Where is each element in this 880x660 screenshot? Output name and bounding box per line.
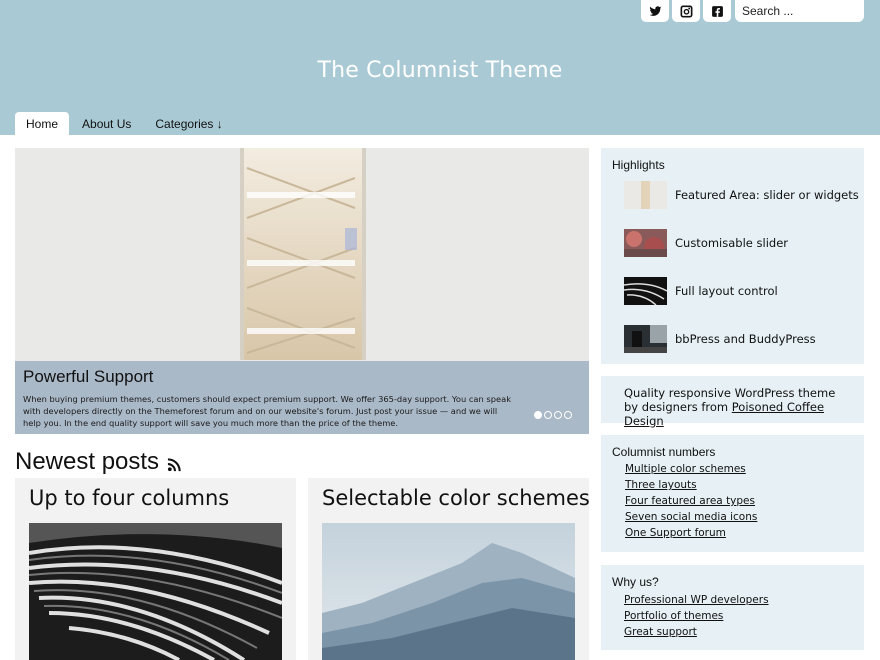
facebook-icon	[711, 5, 723, 17]
why-us-title: Why us?	[612, 575, 659, 589]
about-widget: Quality responsive WordPress theme by de…	[601, 376, 864, 428]
numbers-title: Columnist numbers	[612, 445, 716, 459]
search-input[interactable]	[735, 0, 864, 22]
post-card[interactable]: Selectable color schemes	[308, 478, 589, 660]
about-text: Quality responsive WordPress theme by de…	[624, 386, 849, 428]
highlight-thumbnail[interactable]	[624, 325, 667, 353]
post-title[interactable]: Selectable color schemes	[322, 486, 589, 510]
highlight-label[interactable]: bbPress and BuddyPress	[675, 332, 816, 346]
highlight-thumbnail[interactable]	[624, 181, 667, 209]
why-us-link[interactable]: Portfolio of themes	[624, 610, 723, 622]
post-image[interactable]	[29, 523, 282, 660]
why-us-link[interactable]: Great support	[624, 626, 697, 638]
newest-posts-title: Newest posts	[15, 448, 160, 475]
post-title[interactable]: Up to four columns	[29, 486, 229, 510]
highlight-item[interactable]: bbPress and BuddyPress	[624, 325, 816, 353]
twitter-icon	[649, 5, 661, 16]
site-header: The Columnist Theme Home About Us Catego…	[0, 0, 880, 135]
highlight-item[interactable]: Full layout control	[624, 277, 778, 305]
slider-dot[interactable]	[544, 411, 552, 419]
highlight-label[interactable]: Customisable slider	[675, 236, 788, 250]
instagram-icon	[680, 5, 692, 17]
numbers-link[interactable]: Four featured area types	[625, 495, 755, 507]
highlight-item[interactable]: Featured Area: slider or widgets	[624, 181, 859, 209]
nav-item-home[interactable]: Home	[15, 112, 70, 135]
nav-item-about-us[interactable]: About Us	[71, 112, 142, 135]
post-card[interactable]: Up to four columns	[15, 478, 296, 660]
columnist-numbers-widget: Columnist numbers Multiple color schemes…	[601, 435, 864, 552]
slider-dot[interactable]	[554, 411, 562, 419]
highlight-item[interactable]: Customisable slider	[624, 229, 788, 257]
nav-item-categories[interactable]: Categories ↓	[144, 112, 233, 135]
numbers-link[interactable]: Three layouts	[625, 479, 697, 491]
slide-caption: Powerful Support When buying premium the…	[15, 361, 589, 434]
slide-title[interactable]: Powerful Support	[23, 367, 581, 387]
facebook-button[interactable]	[703, 0, 731, 22]
featured-slider[interactable]: Powerful Support When buying premium the…	[15, 148, 589, 434]
highlights-widget: Highlights Featured Area: slider or widg…	[601, 148, 864, 364]
highlights-title: Highlights	[612, 158, 665, 172]
post-image[interactable]	[322, 523, 575, 660]
why-us-link[interactable]: Professional WP developers	[624, 594, 769, 606]
slider-dots	[534, 411, 572, 419]
site-title[interactable]: The Columnist Theme	[0, 58, 880, 83]
highlight-thumbnail[interactable]	[624, 277, 667, 305]
highlight-label[interactable]: Full layout control	[675, 284, 778, 298]
newest-posts-heading: Newest posts	[15, 448, 182, 476]
slide-text: When buying premium themes, customers sh…	[23, 394, 511, 428]
slider-dot[interactable]	[564, 411, 572, 419]
numbers-link[interactable]: Multiple color schemes	[625, 463, 746, 475]
highlight-label[interactable]: Featured Area: slider or widgets	[675, 188, 859, 202]
highlight-thumbnail[interactable]	[624, 229, 667, 257]
twitter-button[interactable]	[641, 0, 669, 22]
instagram-button[interactable]	[672, 0, 700, 22]
slider-dot[interactable]	[534, 411, 542, 419]
numbers-link[interactable]: One Support forum	[625, 527, 726, 539]
main-nav: Home About Us Categories ↓	[15, 112, 236, 135]
why-us-widget: Why us? Professional WP developers Portf…	[601, 565, 864, 650]
numbers-link[interactable]: Seven social media icons	[625, 511, 757, 523]
rss-icon[interactable]	[167, 457, 182, 472]
